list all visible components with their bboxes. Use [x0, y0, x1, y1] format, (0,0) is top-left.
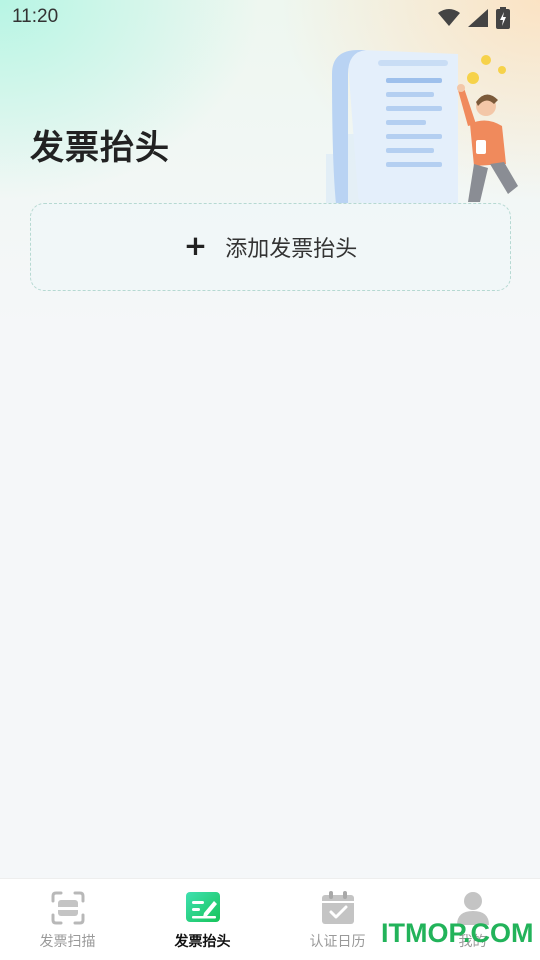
status-time: 11:20	[12, 6, 59, 27]
screen: 11:20 发票抬头 + 添加发票抬头 发票扫描 发票抬头 认证日历 我的 IT…	[0, 0, 540, 960]
nav-item-invoice-scan[interactable]: 发票扫描	[0, 879, 135, 960]
status-icons	[438, 7, 510, 29]
calendar-check-icon	[321, 891, 354, 924]
nav-label-invoice-header: 发票抬头	[174, 934, 231, 950]
add-invoice-header-label: 添加发票抬头	[225, 237, 358, 262]
scan-icon	[51, 891, 84, 925]
nav-label-invoice-scan: 发票扫描	[39, 934, 96, 950]
signal-icon	[468, 9, 488, 27]
invoice-edit-icon	[185, 892, 220, 922]
battery-icon	[496, 7, 510, 29]
invoice-illustration-icon	[326, 50, 518, 204]
status-bar: 11:20	[0, 0, 540, 36]
watermark: ITMOP.COM	[381, 918, 534, 948]
nav-label-certification-calendar: 认证日历	[309, 934, 366, 950]
page-title: 发票抬头	[30, 128, 170, 168]
wifi-icon	[438, 9, 460, 26]
add-invoice-header-button[interactable]: + 添加发票抬头	[30, 203, 511, 291]
plus-icon: +	[183, 228, 208, 262]
nav-item-invoice-header[interactable]: 发票抬头	[135, 879, 270, 960]
